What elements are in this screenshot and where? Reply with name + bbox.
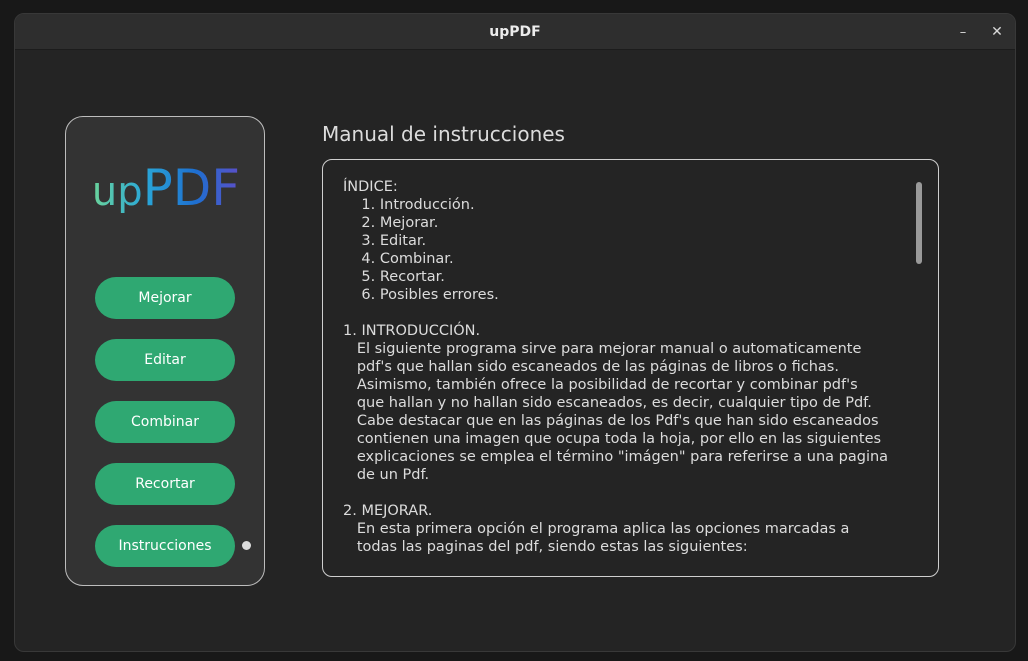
instructions-textbox[interactable]: ÍNDICE: 1. Introducción. 2. Mejorar. 3. …	[322, 159, 939, 577]
scrollbar-thumb[interactable]	[916, 182, 922, 264]
mejorar-button[interactable]: Mejorar	[95, 277, 235, 319]
logo-text-up: up	[92, 169, 143, 213]
window-title: upPDF	[489, 24, 541, 40]
close-button[interactable]: ✕	[985, 20, 1009, 44]
editar-button[interactable]: Editar	[95, 339, 235, 381]
logo-text-pdf: PDF	[143, 161, 240, 213]
app-window: upPDF – ✕ upPDF Mejorar Editar Combinar	[14, 13, 1016, 652]
close-icon: ✕	[991, 24, 1003, 40]
instructions-text: ÍNDICE: 1. Introducción. 2. Mejorar. 3. …	[343, 179, 889, 555]
page-title: Manual de instrucciones	[322, 122, 565, 146]
instrucciones-button[interactable]: Instrucciones	[95, 525, 235, 567]
active-indicator-dot	[242, 541, 251, 550]
app-logo: upPDF	[92, 161, 240, 213]
recortar-button[interactable]: Recortar	[95, 463, 235, 505]
svg-text:upPDF: upPDF	[92, 161, 240, 213]
sidebar: upPDF Mejorar Editar Combinar Recortar I…	[65, 116, 265, 586]
minimize-button[interactable]: –	[951, 20, 975, 44]
combinar-button[interactable]: Combinar	[95, 401, 235, 443]
title-bar[interactable]: upPDF – ✕	[15, 14, 1015, 50]
minimize-icon: –	[959, 24, 967, 40]
